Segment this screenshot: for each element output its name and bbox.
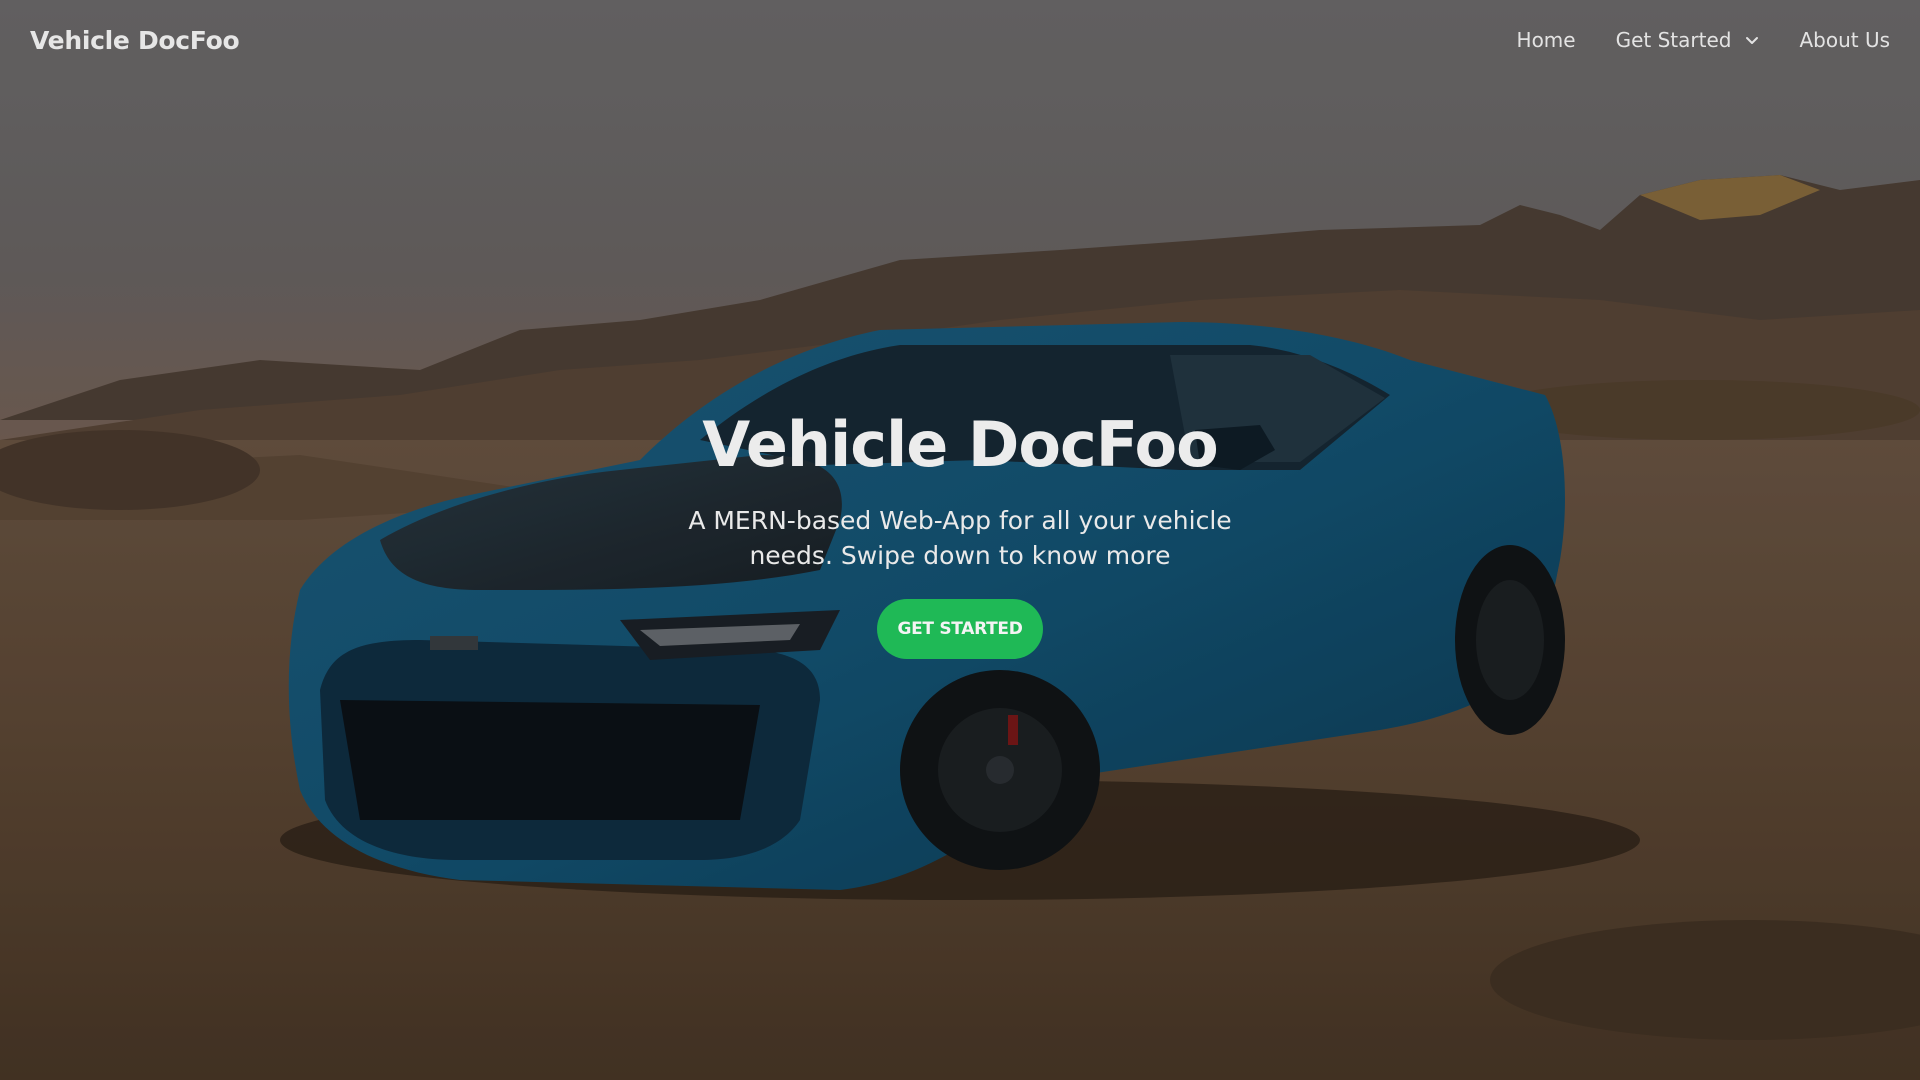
hero-content: Vehicle DocFoo A MERN-based Web-App for … bbox=[0, 408, 1920, 659]
brand-logo-link[interactable]: Vehicle DocFoo bbox=[30, 26, 240, 55]
nav-item-get-started-dropdown[interactable]: Get Started bbox=[1616, 28, 1760, 52]
hero-title: Vehicle DocFoo bbox=[702, 408, 1219, 481]
nav-item-label: Get Started bbox=[1615, 28, 1732, 52]
nav-item-label: Home bbox=[1516, 28, 1576, 52]
nav-item-about-us[interactable]: About Us bbox=[1799, 28, 1890, 52]
top-navbar: Vehicle DocFoo Home Get Started About Us bbox=[0, 0, 1920, 80]
nav-item-label: About Us bbox=[1799, 28, 1890, 52]
hero-section: Vehicle DocFoo Home Get Started About Us… bbox=[0, 0, 1920, 1080]
nav-menu: Home Get Started About Us bbox=[1477, 28, 1890, 52]
nav-item-home[interactable]: Home bbox=[1517, 28, 1576, 52]
get-started-button[interactable]: GET STARTED bbox=[877, 599, 1043, 659]
chevron-down-icon bbox=[1746, 37, 1759, 44]
hero-subtitle: A MERN-based Web-App for all your vehicl… bbox=[688, 506, 1232, 570]
